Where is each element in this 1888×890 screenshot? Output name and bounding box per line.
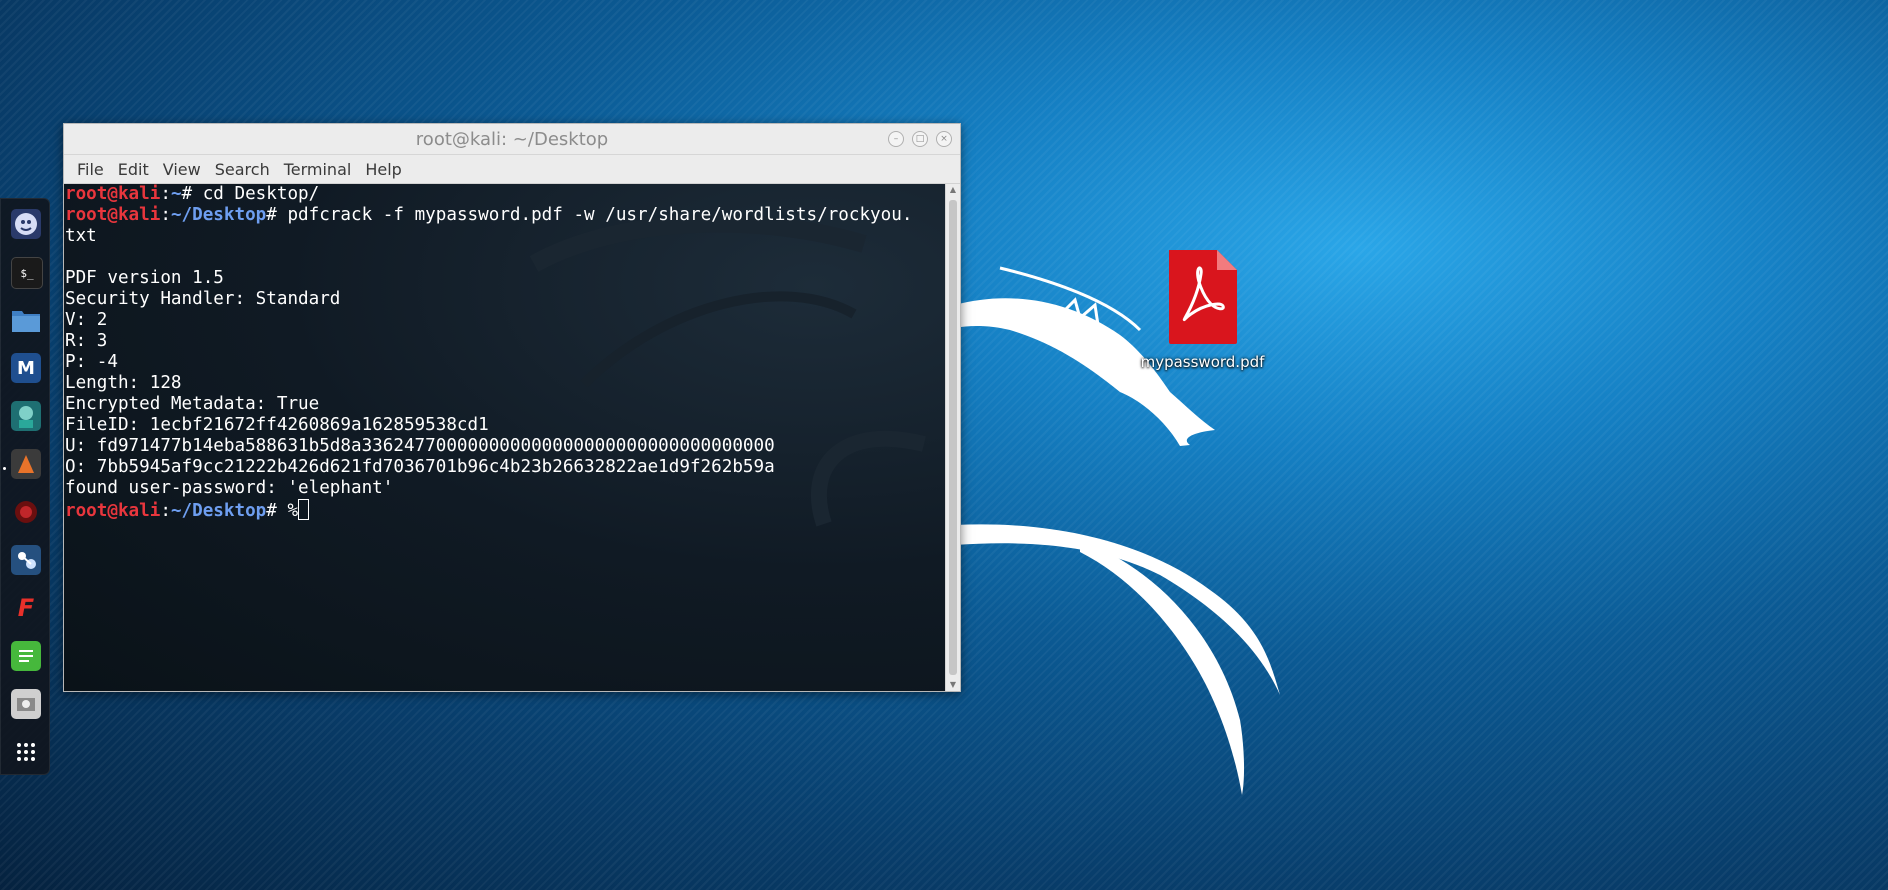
window-title: root@kali: ~/Desktop <box>415 128 609 150</box>
burpsuite-icon[interactable] <box>11 449 41 479</box>
kali-menu-icon[interactable] <box>11 209 41 239</box>
terminal-line: FileID: 1ecbf21672ff4260869a162859538cd1 <box>65 415 489 435</box>
terminal-line: O: 7bb5945af9cc21222b426d621fd7036701b96… <box>65 457 775 477</box>
terminal-line: Encrypted Metadata: True <box>65 394 320 414</box>
maltego-icon[interactable] <box>11 545 41 575</box>
terminal-line: found user-password: 'elephant' <box>65 478 394 498</box>
scrollbar-thumb[interactable] <box>949 200 957 675</box>
terminal-line: txt <box>65 226 97 246</box>
prompt-user: root@kali <box>65 501 161 521</box>
armitage-icon[interactable] <box>11 401 41 431</box>
menu-view[interactable]: View <box>156 160 208 179</box>
menu-terminal[interactable]: Terminal <box>277 160 359 179</box>
terminal-line: ​ <box>65 247 946 268</box>
window-titlebar[interactable]: root@kali: ~/Desktop – □ × <box>64 124 960 155</box>
desktop-file-mypassword-pdf[interactable]: mypassword.pdf <box>1140 248 1265 374</box>
faraday-icon[interactable]: F <box>11 593 41 623</box>
cutycapt-icon[interactable] <box>11 689 41 719</box>
terminal-window: root@kali: ~/Desktop – □ × File Edit Vie… <box>63 123 961 692</box>
metasploit-icon[interactable]: M <box>11 353 41 383</box>
terminal-line: U: fd971477b14eba588631b5d8a336247700000… <box>65 436 775 456</box>
running-indicator <box>3 467 6 470</box>
application-dock: $_ M F <box>0 198 50 775</box>
prompt-symbol: # <box>181 184 203 204</box>
menu-help[interactable]: Help <box>358 160 408 179</box>
prompt-path: ~/Desktop <box>170 205 267 225</box>
prompt-symbol: # <box>266 501 288 521</box>
current-input: % <box>287 501 299 521</box>
menu-search[interactable]: Search <box>208 160 277 179</box>
files-icon[interactable] <box>11 305 41 335</box>
terminal-menubar: File Edit View Search Terminal Help <box>64 155 960 184</box>
minimize-button[interactable]: – <box>888 131 904 147</box>
prompt-user: root@kali <box>65 184 161 204</box>
terminal-icon[interactable]: $_ <box>11 257 43 289</box>
terminal-line: V: 2 <box>65 310 108 330</box>
leafpad-icon[interactable] <box>11 641 41 671</box>
maximize-button[interactable]: □ <box>912 131 928 147</box>
prompt-path: ~/Desktop <box>170 501 267 521</box>
show-apps-icon[interactable] <box>11 737 41 767</box>
terminal-line: Security Handler: Standard <box>65 289 341 309</box>
terminal-line: root@kali:~/Desktop# pdfcrack -f mypassw… <box>65 205 913 225</box>
window-controls: – □ × <box>888 131 952 147</box>
pdf-file-icon <box>1168 250 1237 344</box>
beef-icon[interactable] <box>11 497 41 527</box>
terminal-line: PDF version 1.5 <box>65 268 224 288</box>
text-cursor <box>298 499 310 520</box>
scroll-down-arrow[interactable]: ▼ <box>946 679 960 691</box>
terminal-output-area[interactable]: root@kali:~# cd Desktop/root@kali:~/Desk… <box>64 184 946 691</box>
prompt-symbol: # <box>266 205 288 225</box>
terminal-scrollbar[interactable]: ▲ ▼ <box>945 184 960 691</box>
terminal-line: root@kali:~# cd Desktop/ <box>65 184 320 204</box>
terminal-line: P: -4 <box>65 352 118 372</box>
command-text: cd Desktop/ <box>202 184 320 204</box>
close-button[interactable]: × <box>936 131 952 147</box>
terminal-text: root@kali:~# cd Desktop/root@kali:~/Desk… <box>64 184 946 522</box>
scroll-up-arrow[interactable]: ▲ <box>946 184 960 196</box>
terminal-line: root@kali:~/Desktop# % <box>65 499 946 522</box>
terminal-line: Length: 128 <box>65 373 182 393</box>
desktop-file-label: mypassword.pdf <box>1140 353 1265 371</box>
prompt-path: ~ <box>170 184 182 204</box>
terminal-line: R: 3 <box>65 331 108 351</box>
command-text: pdfcrack -f mypassword.pdf -w /usr/share… <box>287 205 913 225</box>
menu-edit[interactable]: Edit <box>111 160 156 179</box>
menu-file[interactable]: File <box>70 160 111 179</box>
prompt-user: root@kali <box>65 205 161 225</box>
